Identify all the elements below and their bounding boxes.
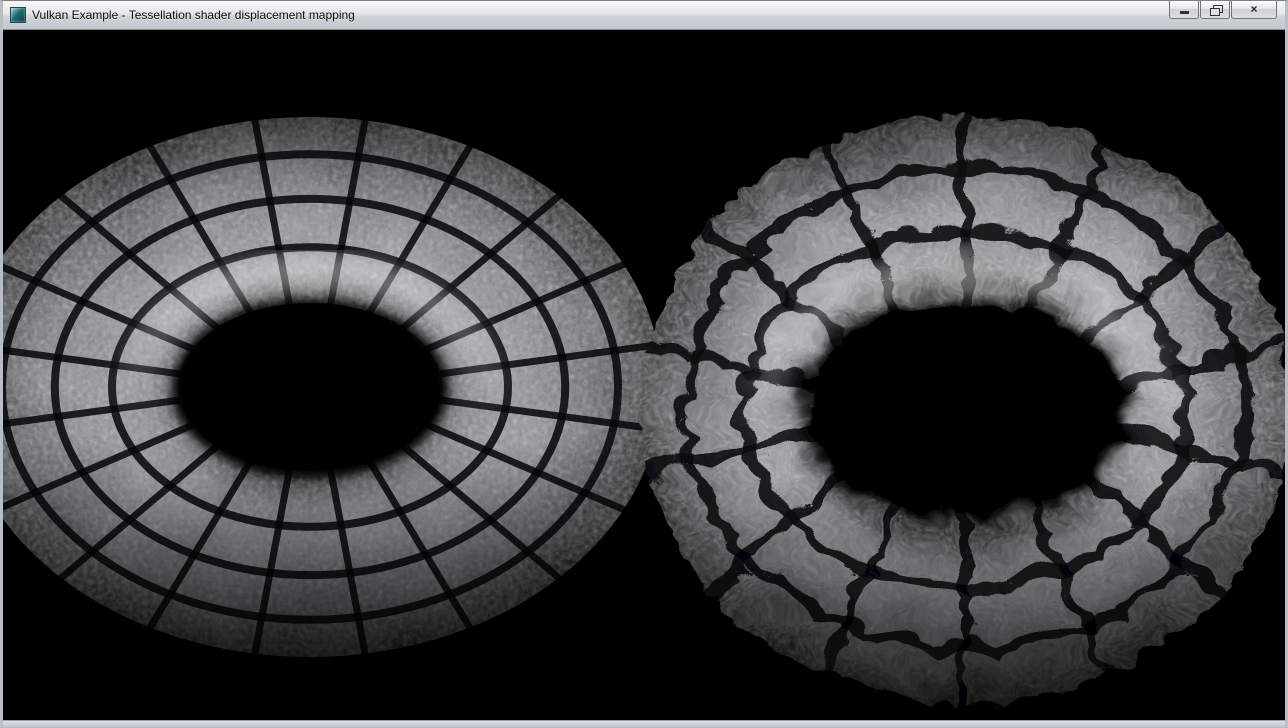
render-viewport (3, 30, 1285, 720)
torus-with-displacement (634, 107, 1284, 697)
close-icon: × (1232, 1, 1276, 18)
minimize-icon (1180, 11, 1189, 14)
restore-icon (1210, 5, 1221, 14)
window-title: Vulkan Example - Tessellation shader dis… (32, 8, 355, 22)
render-canvas[interactable] (3, 30, 1285, 720)
maximize-button[interactable] (1200, 1, 1230, 19)
window-controls: × (1168, 1, 1277, 19)
window-frame-bottom (3, 720, 1285, 728)
minimize-button[interactable] (1169, 1, 1199, 19)
close-button[interactable]: × (1231, 1, 1277, 19)
app-icon (10, 7, 26, 23)
app-window: Vulkan Example - Tessellation shader dis… (0, 0, 1288, 728)
titlebar[interactable]: Vulkan Example - Tessellation shader dis… (3, 1, 1285, 30)
